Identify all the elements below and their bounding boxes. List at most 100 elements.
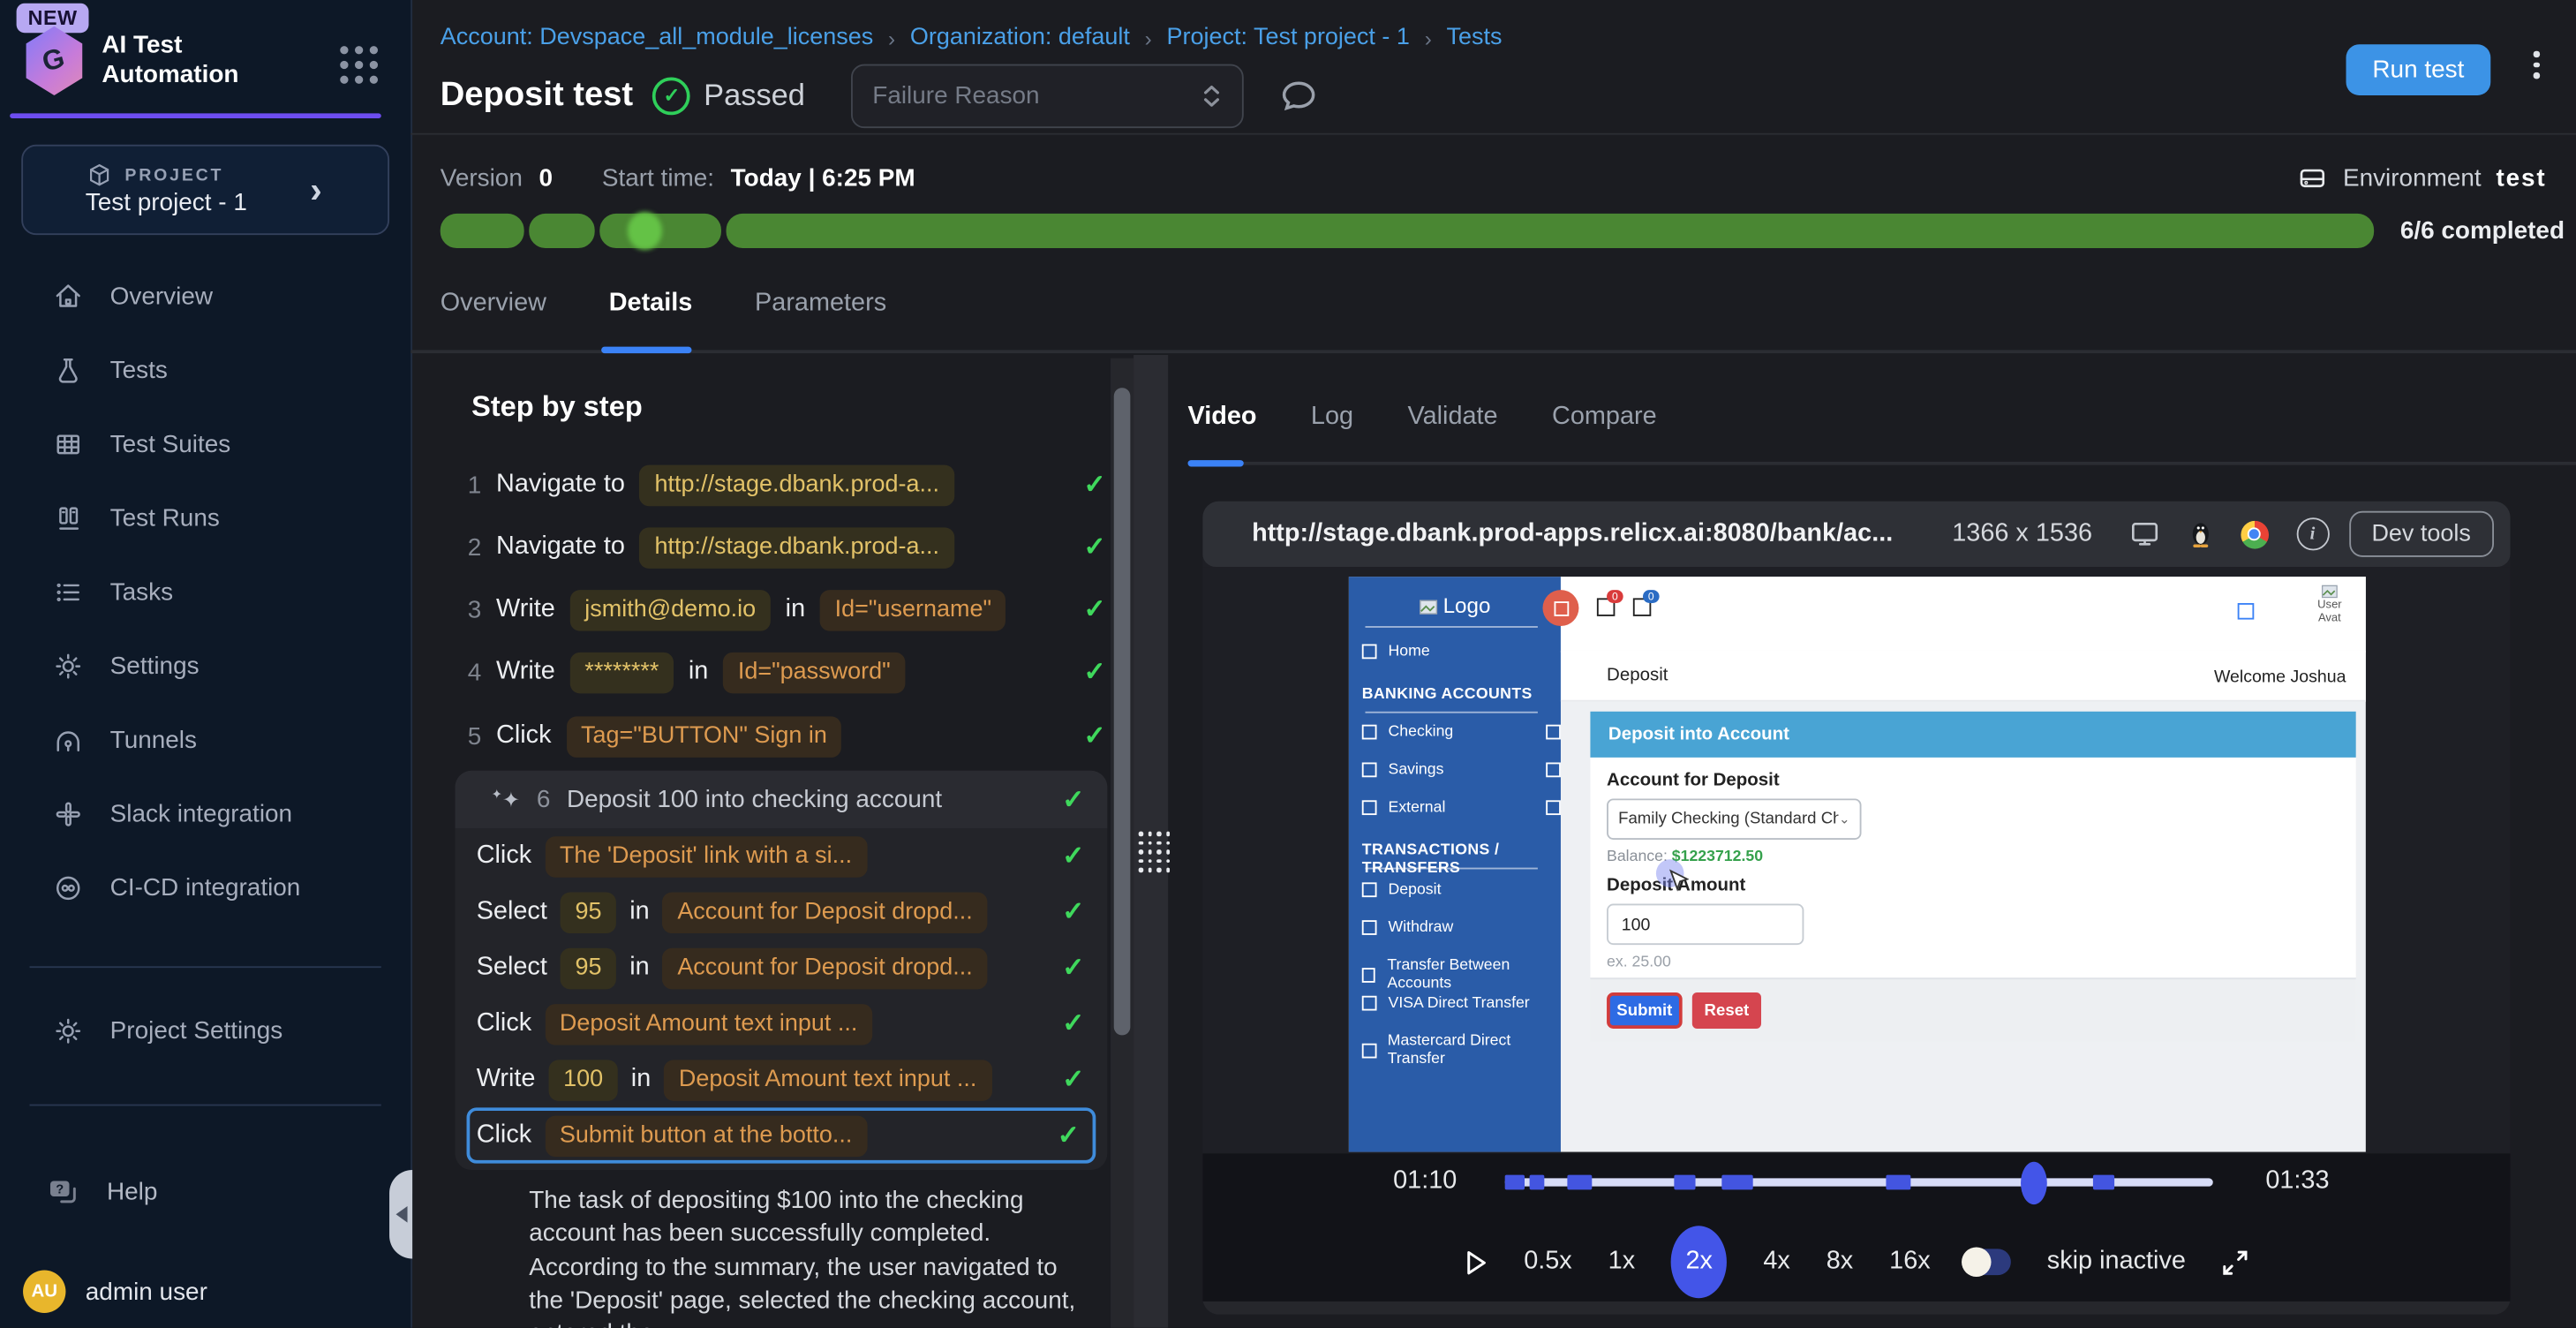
step-check-icon: ✓ — [1062, 840, 1084, 872]
comment-icon[interactable] — [1280, 78, 1318, 112]
tab-video[interactable]: Video — [1188, 403, 1257, 432]
video-url-bar: http://stage.dbank.prod-apps.relicx.ai:8… — [1202, 502, 2510, 567]
brand: G AI Test Automation — [23, 26, 238, 95]
video-frame[interactable]: Logo Home BANKING ACCOUNTS Checking Savi… — [1202, 567, 2510, 1153]
environment-box: Environment test — [2297, 162, 2547, 192]
progress-bar: 6/6 completed — [441, 214, 2565, 248]
window-icon[interactable]: 0 — [1597, 598, 1615, 615]
step-target-chip: Id="password" — [723, 652, 905, 693]
step-row-4[interactable]: 4 Write ******** in Id="password" ✓ — [455, 641, 1111, 704]
step-group-header[interactable]: ✦✦ 6 Deposit 100 into checking account ✓ — [455, 771, 1107, 828]
step-row-1[interactable]: 1 Navigate to http://stage.dbank.prod-a.… — [455, 454, 1111, 517]
speed-1x[interactable]: 1x — [1608, 1247, 1635, 1276]
info-icon[interactable]: i — [2296, 517, 2329, 550]
tab-details[interactable]: Details — [609, 290, 693, 319]
sidebar-item-tests[interactable]: Tests — [0, 334, 411, 408]
app-nav-external[interactable]: External — [1362, 798, 1446, 816]
environment-value: test — [2496, 163, 2546, 192]
apps-grid-icon[interactable] — [340, 46, 378, 84]
failure-reason-select[interactable]: Failure Reason — [851, 64, 1244, 128]
app-nav-transfer[interactable]: Transfer Between Accounts — [1362, 956, 1561, 992]
speed-8x[interactable]: 8x — [1827, 1247, 1853, 1276]
timeline-track[interactable] — [1505, 1178, 2213, 1186]
breadcrumb: Account: Devspace_all_module_licenses› O… — [441, 25, 1503, 51]
sidebar-collapse-handle[interactable] — [389, 1170, 412, 1258]
steps-scrollbar[interactable] — [1111, 358, 1134, 1328]
sidebar-item-test-runs[interactable]: Test Runs — [0, 481, 411, 555]
sidebar: NEW G AI Test Automation PROJECT Test pr… — [0, 0, 412, 1328]
app-nav-mastercard[interactable]: Mastercard Direct Transfer — [1362, 1032, 1561, 1068]
step-row-3[interactable]: 3 Write jsmith@demo.io in Id="username" … — [455, 578, 1111, 641]
window-icon[interactable]: 0 — [1633, 598, 1651, 615]
app-nav-visa[interactable]: VISA Direct Transfer — [1362, 994, 1530, 1012]
app-nav-savings[interactable]: Savings — [1362, 761, 1444, 779]
step-target-chip: http://stage.dbank.prod-a... — [640, 464, 954, 506]
fullscreen-icon[interactable] — [2222, 1248, 2250, 1276]
progress-segment — [529, 214, 594, 248]
substep-row-selected[interactable]: Click Submit button at the botto... ✓ — [467, 1107, 1096, 1163]
active-tab-indicator — [601, 347, 691, 353]
sidebar-item-test-suites[interactable]: Test Suites — [0, 408, 411, 482]
deposit-amount-input[interactable]: 100 — [1607, 904, 1804, 946]
account-select[interactable]: Family Checking (Standard Checking) ⌄ — [1607, 798, 1861, 840]
skip-inactive-toggle[interactable] — [1967, 1249, 2011, 1275]
sidebar-item-slack-integration[interactable]: Slack integration — [0, 777, 411, 851]
user-avatar-broken[interactable]: User Avat — [2303, 585, 2356, 626]
kebab-menu-icon[interactable] — [2534, 51, 2540, 79]
speed-0-5x[interactable]: 0.5x — [1524, 1247, 1572, 1276]
panel-resize-handle[interactable] — [1134, 355, 1168, 1328]
sidebar-item-settings[interactable]: Settings — [0, 630, 411, 704]
sidebar-item-tasks[interactable]: Tasks — [0, 555, 411, 630]
app-nav-withdraw[interactable]: Withdraw — [1362, 918, 1453, 936]
app-reset-button[interactable]: Reset — [1692, 992, 1761, 1029]
app-nav-checking[interactable]: Checking — [1362, 723, 1453, 741]
tab-compare[interactable]: Compare — [1552, 403, 1657, 432]
activity-marker — [1886, 1175, 1910, 1190]
step-check-icon: ✓ — [1084, 593, 1106, 626]
page-title: Deposit test — [441, 76, 633, 116]
sidebar-item-cicd-integration[interactable]: CI-CD integration — [0, 851, 411, 925]
app-nav-home[interactable]: Home — [1362, 643, 1430, 660]
step-row-2[interactable]: 2 Navigate to http://stage.dbank.prod-a.… — [455, 516, 1111, 578]
flask-icon — [53, 355, 84, 386]
sidebar-item-help[interactable]: ? Help — [0, 1175, 456, 1210]
tab-overview[interactable]: Overview — [441, 290, 546, 319]
step-row-5[interactable]: 5 Click Tag="BUTTON" Sign in ✓ — [455, 705, 1111, 767]
substep-row[interactable]: Write 100 in Deposit Amount text input .… — [455, 1052, 1107, 1107]
app-submit-button[interactable]: Submit — [1607, 992, 1683, 1029]
step-target-chip: Submit button at the botto... — [545, 1115, 867, 1157]
gear-icon — [53, 651, 84, 682]
sidebar-item-overview[interactable]: Overview — [0, 260, 411, 334]
sidebar-item-project-settings[interactable]: Project Settings — [0, 994, 463, 1068]
app-logo-broken: Logo — [1349, 593, 1561, 618]
speed-16x[interactable]: 16x — [1889, 1247, 1931, 1276]
play-button[interactable] — [1463, 1248, 1488, 1276]
timeline-thumb[interactable] — [2021, 1162, 2047, 1204]
tab-parameters[interactable]: Parameters — [755, 290, 886, 319]
project-selector[interactable]: PROJECT Test project - 1 › — [21, 145, 389, 235]
user-menu[interactable]: AU admin user — [0, 1271, 433, 1313]
speed-4x[interactable]: 4x — [1763, 1247, 1789, 1276]
substep-row[interactable]: Select 95 in Account for Deposit dropd..… — [455, 884, 1107, 939]
tab-validate[interactable]: Validate — [1407, 403, 1497, 432]
checkbox-icon[interactable] — [2238, 603, 2255, 620]
sidebar-divider — [29, 1105, 380, 1106]
scrollbar-thumb[interactable] — [1114, 388, 1131, 1035]
video-player: http://stage.dbank.prod-apps.relicx.ai:8… — [1202, 502, 2510, 1315]
dev-tools-button[interactable]: Dev tools — [2348, 511, 2494, 557]
detail-tabs: Overview Details Parameters — [441, 290, 886, 319]
breadcrumb-project[interactable]: Project: Test project - 1 — [1166, 25, 1409, 51]
step-group-6: ✦✦ 6 Deposit 100 into checking account ✓… — [455, 771, 1107, 1170]
run-test-button[interactable]: Run test — [2346, 44, 2491, 95]
breadcrumb-tests[interactable]: Tests — [1447, 25, 1503, 51]
sidebar-item-tunnels[interactable]: Tunnels — [0, 704, 411, 778]
speed-2x-active[interactable]: 2x — [1671, 1226, 1727, 1298]
tab-log[interactable]: Log — [1311, 403, 1353, 432]
amount-hint: ex. 25.00 — [1607, 953, 1671, 970]
breadcrumb-organization[interactable]: Organization: default — [910, 25, 1130, 51]
substep-row[interactable]: Select 95 in Account for Deposit dropd..… — [455, 939, 1107, 995]
breadcrumb-account[interactable]: Account: Devspace_all_module_licenses — [441, 25, 874, 51]
substep-row[interactable]: Click The 'Deposit' link with a si... ✓ — [455, 828, 1107, 884]
substep-row[interactable]: Click Deposit Amount text input ... ✓ — [455, 996, 1107, 1052]
app-nav-deposit[interactable]: Deposit — [1362, 880, 1442, 898]
